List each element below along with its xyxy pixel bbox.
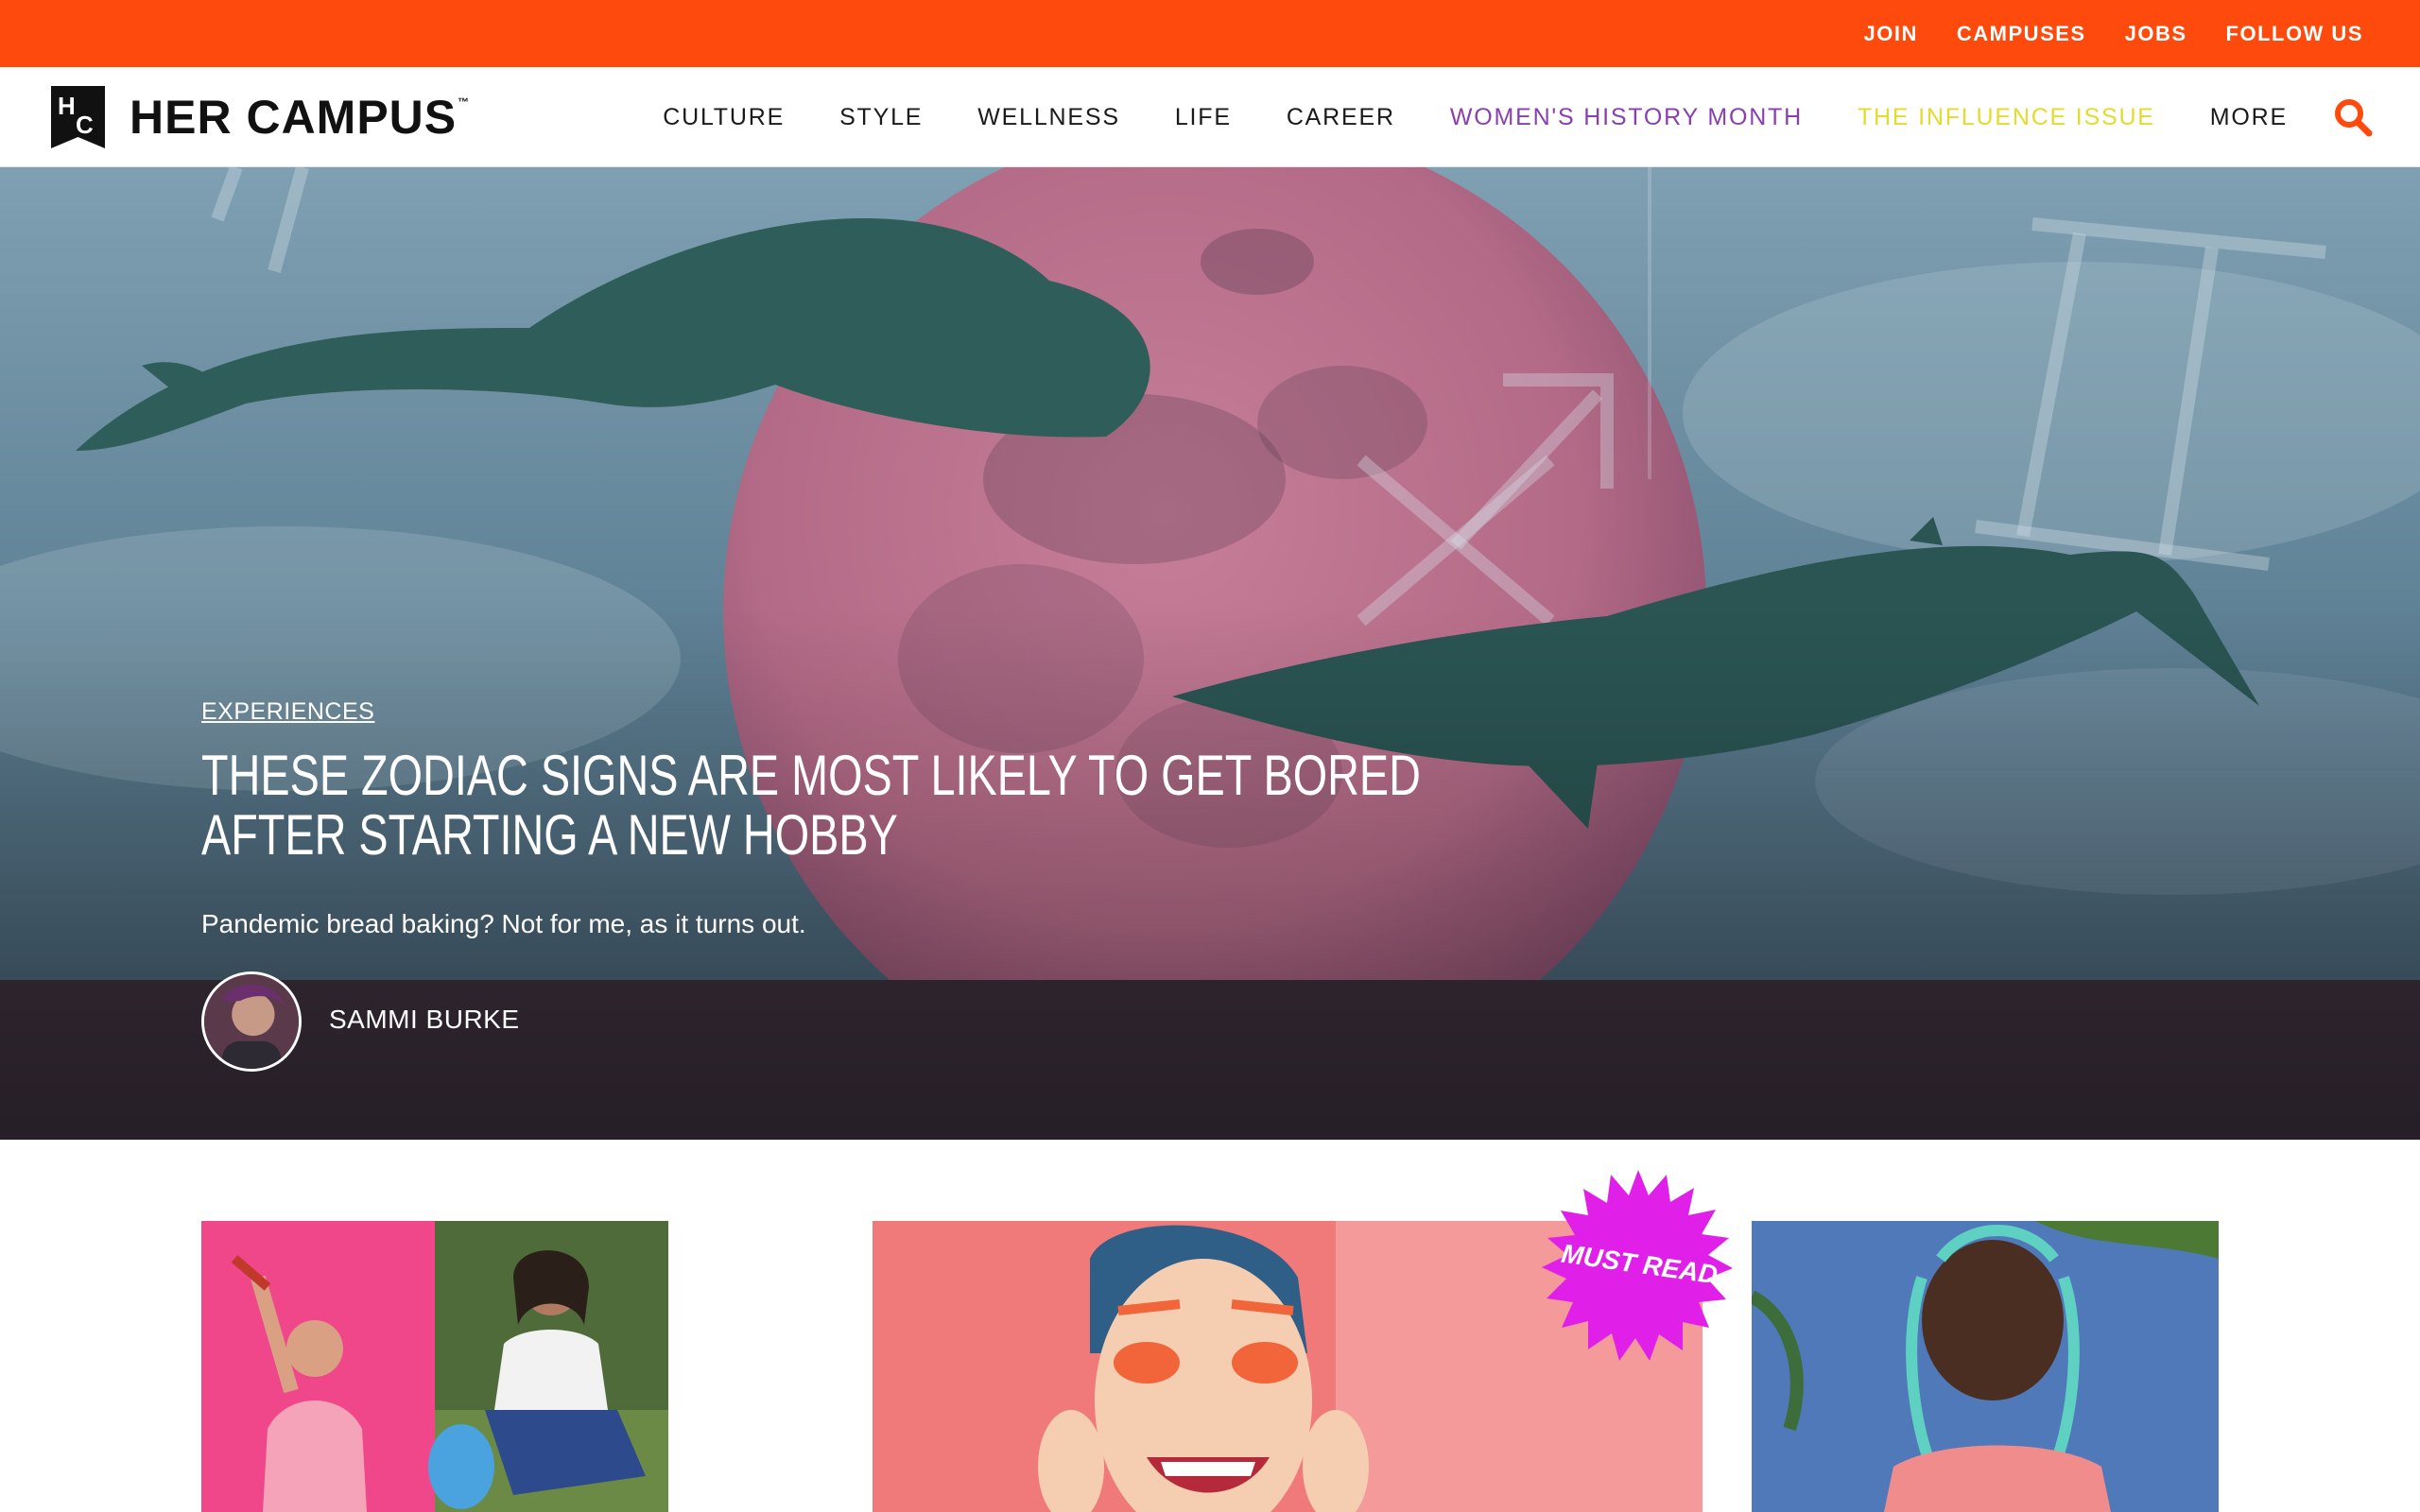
nav-womens-history-month[interactable]: WOMEN'S HISTORY MONTH [1450,104,1803,131]
logo-mark-top: H [58,92,76,120]
jobs-link[interactable]: JOBS [2125,22,2187,46]
primary-nav: CULTURE STYLE WELLNESS LIFE CAREER WOMEN… [663,67,2288,167]
article-card-1[interactable] [201,1221,668,1512]
search-icon[interactable] [2333,97,2373,137]
logo-mark-bottom: C [76,111,94,139]
nav-life[interactable]: LIFE [1175,104,1232,131]
trademark-symbol: ™ [458,95,471,109]
utility-nav: JOIN CAMPUSES JOBS FOLLOW US [1864,0,2363,67]
campuses-link[interactable]: CAMPUSES [1957,22,2086,46]
hero-title-text: THESE ZODIAC SIGNS ARE MOST LIKELY TO GE… [201,744,1421,867]
hero-title[interactable]: THESE ZODIAC SIGNS ARE MOST LIKELY TO GE… [201,746,1421,865]
top-utility-bar: JOIN CAMPUSES JOBS FOLLOW US [0,0,2420,67]
author-photo [204,974,299,1069]
article-card-1-image [201,1221,668,1512]
follow-us-link[interactable]: FOLLOW US [2226,22,2363,46]
logo-wordmark: HER CAMPUS ™ [130,90,469,145]
hc-logo-icon: H C [51,86,105,148]
nav-culture[interactable]: CULTURE [663,104,785,131]
join-link[interactable]: JOIN [1864,22,1918,46]
hero-image [0,167,2420,1140]
author-name-link[interactable]: SAMMI BURKE [329,1005,520,1035]
logo-text: HER CAMPUS [130,91,458,144]
nav-wellness[interactable]: WELLNESS [977,104,1120,131]
author-avatar[interactable] [201,971,302,1072]
her-campus-logo[interactable]: H C HER CAMPUS ™ [51,86,469,148]
main-header: H C HER CAMPUS ™ CULTURE STYLE WELLNESS L… [0,67,2420,167]
nav-more[interactable]: MORE [2210,104,2288,131]
hero-feature[interactable]: EXPERIENCES THESE ZODIAC SIGNS ARE MOST … [0,167,2420,1140]
must-read-badge: MUST READ [1542,1170,1733,1361]
article-card-3[interactable] [1752,1221,2219,1512]
article-card-3-image [1752,1221,2219,1512]
nav-career[interactable]: CAREER [1287,104,1395,131]
hero-dek: Pandemic bread baking? Not for me, as it… [201,909,806,938]
hero-category-link[interactable]: EXPERIENCES [201,698,374,726]
nav-style[interactable]: STYLE [839,104,923,131]
nav-influence-issue[interactable]: THE INFLUENCE ISSUE [1858,104,2155,131]
